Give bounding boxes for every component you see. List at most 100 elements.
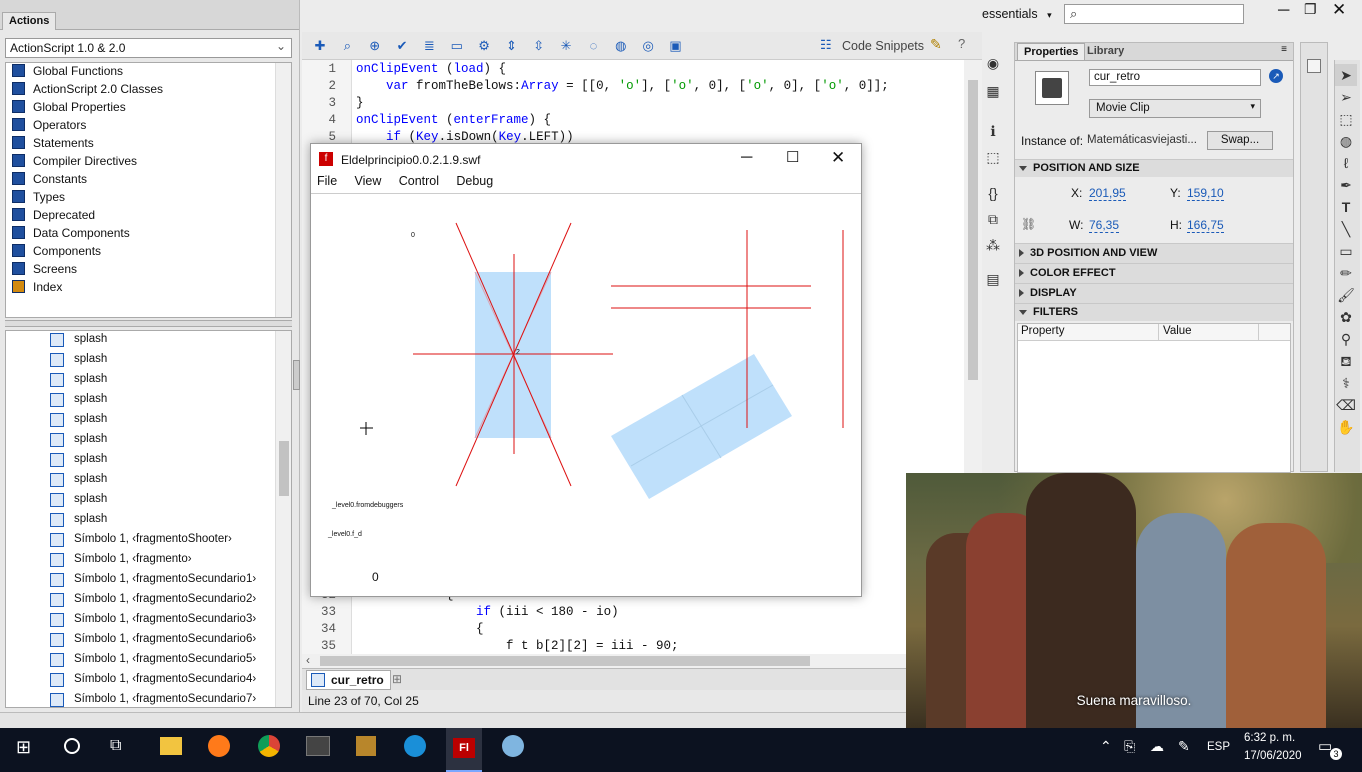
menu-view[interactable]: View (355, 174, 382, 188)
code-line[interactable]: 4 onClipEvent (enterFrame) { (302, 113, 962, 130)
x-value[interactable]: 201,95 (1089, 186, 1126, 201)
symbol-item[interactable]: splash (6, 511, 291, 531)
position-size-header[interactable]: POSITION AND SIZE (1015, 159, 1293, 177)
symbol-item[interactable]: Símbolo 1, ‹fragmentoSecundario5› (6, 651, 291, 671)
section-header[interactable]: 3D POSITION AND VIEW (1015, 243, 1293, 263)
symbol-item[interactable]: splash (6, 491, 291, 511)
scroll-left-icon[interactable]: ‹ (306, 653, 310, 667)
task-view-icon[interactable]: ⧉ (110, 737, 121, 755)
search-circle-icon[interactable] (64, 738, 80, 754)
pen-tool-icon[interactable]: ✒ (1335, 174, 1357, 196)
symbol-item[interactable]: splash (6, 451, 291, 471)
script-assist-icon[interactable]: ▣ (665, 37, 685, 55)
expand-all-icon[interactable]: ✳ (556, 37, 576, 55)
code-hint-icon[interactable]: ▭ (447, 37, 467, 55)
text-tool-icon[interactable]: T (1335, 196, 1357, 218)
symbol-item[interactable]: Símbolo 1, ‹fragmentoShooter› (6, 531, 291, 551)
eyedropper-icon[interactable]: ⚕ (1335, 372, 1357, 394)
chrome-icon[interactable] (258, 735, 280, 757)
clock-time[interactable]: 6:32 p. m. (1244, 732, 1295, 744)
maximize-button[interactable]: ☐ (786, 148, 799, 166)
pencil-icon[interactable]: ✏ (1335, 262, 1357, 284)
symbol-item[interactable]: splash (6, 371, 291, 391)
code-snippets-label[interactable]: Code Snippets (842, 39, 924, 53)
symbol-item[interactable]: Símbolo 1, ‹fragmentoSecundario1› (6, 571, 291, 591)
find-icon[interactable]: ⌕ (337, 37, 357, 55)
symbol-item[interactable]: splash (6, 331, 291, 351)
motion-presets-icon[interactable]: ⁂ (982, 234, 1004, 256)
flash-taskbar-icon[interactable]: Fl (446, 728, 482, 772)
symbol-item[interactable]: splash (6, 391, 291, 411)
code-line[interactable]: 3} (302, 96, 962, 113)
comment-block-icon[interactable]: ◌ (583, 37, 603, 55)
wand-icon[interactable]: ✎ (930, 36, 942, 53)
editor-vscroll-thumb[interactable] (968, 80, 978, 380)
lasso-icon[interactable]: ℓ (1335, 152, 1357, 174)
hand-tool-icon[interactable]: ✋ (1335, 416, 1357, 438)
lock-proportions-icon[interactable]: ⛓ (1021, 217, 1036, 231)
subselection-tool-icon[interactable]: ➢ (1335, 86, 1357, 108)
symbol-scrollbar[interactable] (275, 331, 291, 707)
pin-icon[interactable]: ⊞ (392, 672, 402, 686)
y-value[interactable]: 159,10 (1187, 186, 1224, 201)
restore-button[interactable]: ❐ (1304, 1, 1317, 18)
minimize-button[interactable]: ─ (1278, 2, 1289, 20)
rectangle-tool-icon[interactable]: ▭ (1335, 240, 1357, 262)
category-item[interactable]: Operators (6, 117, 291, 135)
language-indicator[interactable]: ESP (1207, 741, 1230, 753)
symbol-item[interactable]: Símbolo 1, ‹fragmentoSecundario3› (6, 611, 291, 631)
minimize-button[interactable]: ─ (741, 149, 752, 167)
check-syntax-icon[interactable]: ✔ (392, 37, 412, 55)
panel-menu-icon[interactable]: ≡ (1281, 44, 1287, 55)
category-item[interactable]: Compiler Directives (6, 153, 291, 171)
edge-icon[interactable] (404, 735, 426, 757)
symbol-item[interactable]: splash (6, 351, 291, 371)
start-icon[interactable]: ⊞ (16, 737, 31, 758)
tab-properties[interactable]: Properties (1017, 43, 1086, 61)
line-tool-icon[interactable]: ╲ (1335, 218, 1357, 240)
swf-stage[interactable]: 0 2 _level0.fromdebuggers _level0.f_d 0 (311, 196, 861, 596)
symbol-scroll-thumb[interactable] (279, 441, 289, 496)
file-explorer-icon[interactable] (160, 737, 182, 755)
category-item[interactable]: Index (6, 279, 291, 297)
category-item[interactable]: Statements (6, 135, 291, 153)
workspace-switcher[interactable]: essentials ▾ (982, 7, 1052, 21)
clock-date[interactable]: 17/06/2020 (1244, 750, 1302, 762)
version-select[interactable]: ActionScript 1.0 & 2.0 ⌄ (5, 38, 292, 58)
close-button[interactable]: ✕ (1332, 0, 1346, 20)
category-item[interactable]: ActionScript 2.0 Classes (6, 81, 291, 99)
editor-hscroll-thumb[interactable] (320, 656, 810, 666)
panel-dock-icon[interactable] (1307, 59, 1321, 73)
close-button[interactable]: ✕ (831, 148, 845, 168)
eraser-icon[interactable]: ⌫ (1335, 394, 1357, 416)
category-item[interactable]: Deprecated (6, 207, 291, 225)
editor-hscroll[interactable]: ‹ (302, 653, 906, 668)
collapse-braces-icon[interactable]: ⇕ (501, 37, 521, 55)
actions-tab[interactable]: Actions (2, 12, 57, 30)
symbol-item[interactable]: splash (6, 411, 291, 431)
menu-control[interactable]: Control (399, 174, 439, 188)
symbol-item[interactable]: splash (6, 431, 291, 451)
firefox-icon[interactable] (208, 735, 230, 757)
symbol-item[interactable]: Símbolo 1, ‹fragmentoSecundario7› (6, 691, 291, 707)
menu-debug[interactable]: Debug (456, 174, 493, 188)
edit-icon[interactable]: ↗ (1269, 69, 1283, 83)
menu-file[interactable]: File (317, 174, 337, 188)
code-line[interactable]: 34 { (302, 622, 962, 639)
bone-tool-icon[interactable]: ⚲ (1335, 328, 1357, 350)
section-header[interactable]: DISPLAY (1015, 283, 1293, 303)
paint-bucket-icon[interactable]: ⛾ (1335, 350, 1357, 372)
symbol-item[interactable]: Símbolo 1, ‹fragmento› (6, 551, 291, 571)
category-item[interactable]: Screens (6, 261, 291, 279)
swatches-icon[interactable]: ▦ (982, 80, 1004, 102)
uncomment-icon[interactable]: ◎ (638, 37, 658, 55)
collapse-selection-icon[interactable]: ⇳ (529, 37, 549, 55)
winrar-icon[interactable] (356, 736, 376, 756)
code-line[interactable]: 2 var fromTheBelows:Array = [[0, 'o'], [… (302, 79, 962, 96)
symbol-item[interactable]: splash (6, 471, 291, 491)
transform-icon[interactable]: ⬚ (982, 146, 1004, 168)
filters-header[interactable]: FILTERS (1015, 303, 1293, 321)
symbol-item[interactable]: Símbolo 1, ‹fragmentoSecundario6› (6, 631, 291, 651)
tab-library[interactable]: Library (1081, 43, 1130, 61)
selection-tool-icon[interactable]: ➤ (1335, 64, 1357, 86)
